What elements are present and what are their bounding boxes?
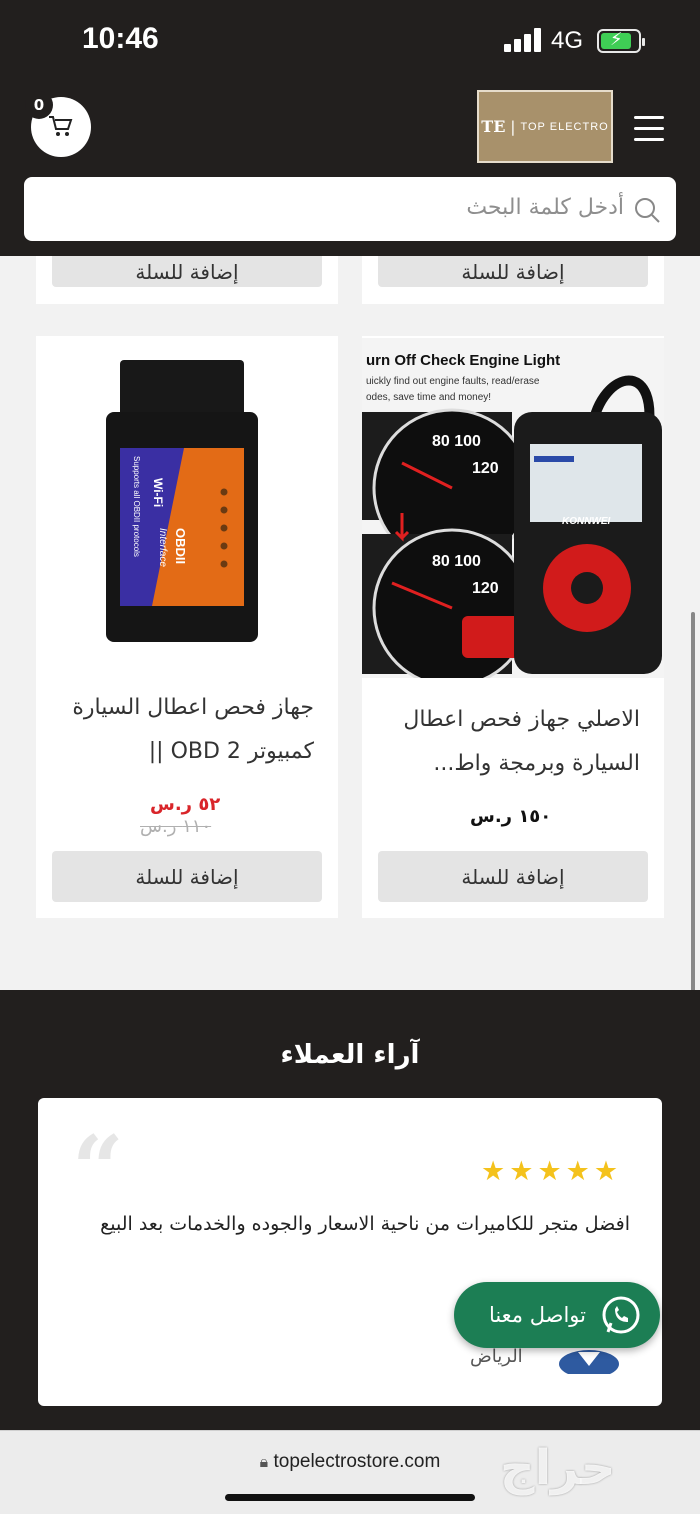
star-icon: ★	[509, 1156, 534, 1187]
signal-icon	[504, 28, 542, 52]
product-sale-price: ٥٢ ر.س	[150, 794, 221, 815]
product-title-line: كمبيوتر OBD 2 ||	[148, 739, 314, 764]
logo-mark: TE	[481, 117, 506, 136]
image-text: OBDII	[173, 528, 188, 564]
search-bar[interactable]: أدخل كلمة البحث	[24, 177, 676, 241]
scrollbar[interactable]	[691, 612, 695, 992]
product-title-line: جهاز فحص اعطال السيارة	[72, 695, 314, 720]
search-icon[interactable]	[632, 195, 662, 225]
product-title-line: الاصلي جهاز فحص اعطال	[403, 707, 640, 732]
review-text: افضل متجر للكاميرات من ناحية الاسعار وال…	[100, 1213, 630, 1235]
url-value: topelectrostore.com	[273, 1451, 441, 1472]
star-icon: ★	[481, 1156, 506, 1187]
reviewer-city: الرياض	[470, 1346, 523, 1367]
image-caption: urn Off Check Engine Light	[366, 352, 560, 369]
product-old-price: ١١٠ ر.س	[140, 816, 212, 837]
logo-separator: |	[510, 117, 516, 136]
star-icon: ★	[593, 1156, 619, 1187]
add-to-cart-button[interactable]: إضافة للسلة	[52, 851, 322, 902]
network-type: 4G	[551, 27, 584, 54]
product-title-line: السيارة وبرمجة واط...	[433, 751, 640, 776]
logo-name: TOP ELECTRO	[520, 120, 609, 133]
svg-text:80 100: 80 100	[432, 553, 481, 570]
product-title[interactable]: الاصلي جهاز فحص اعطال السيارة وبرمجة واط…	[380, 698, 640, 786]
whatsapp-icon	[602, 1296, 640, 1334]
store-logo[interactable]: TE | TOP ELECTRO	[477, 90, 613, 163]
hamburger-menu-icon[interactable]	[634, 116, 666, 142]
product-title[interactable]: جهاز فحص اعطال السيارة كمبيوتر OBD 2 ||	[54, 686, 314, 774]
cart-icon	[49, 116, 73, 136]
add-to-cart-button[interactable]: إضافة للسلة	[378, 256, 648, 287]
image-subcaption: uickly find out engine faults, read/eras…	[366, 376, 540, 387]
search-input[interactable]: أدخل كلمة البحث	[466, 195, 624, 220]
svg-text:120: 120	[472, 460, 499, 477]
add-to-cart-button[interactable]: إضافة للسلة	[378, 851, 648, 902]
star-icon: ★	[537, 1156, 562, 1187]
image-text: Supports all OBDII protocols	[132, 456, 141, 557]
add-to-cart-button[interactable]: إضافة للسلة	[52, 256, 322, 287]
cart-count-badge: 0	[25, 91, 53, 119]
lock-icon: 🔒︎	[259, 1454, 269, 1471]
product-image-obd-adapter[interactable]: Wi-Fi Supports all OBDII protocols OBDII…	[36, 338, 338, 658]
whatsapp-contact-button[interactable]: تواصل معنا	[454, 1282, 660, 1348]
quote-icon: “	[72, 1116, 124, 1222]
image-brand: KONNWEI	[562, 516, 611, 527]
product-price: ١٥٠ ر.س	[470, 806, 552, 827]
image-subcaption: odes, save time and money!	[366, 392, 491, 403]
star-icon: ★	[565, 1156, 590, 1187]
rating-stars: ★ ★ ★ ★ ★	[481, 1158, 631, 1188]
battery-icon: ⚡	[597, 29, 645, 53]
svg-text:80 100: 80 100	[432, 433, 481, 450]
product-image-scanner[interactable]: urn Off Check Engine Light uickly find o…	[362, 338, 664, 678]
reviews-title: آراء العملاء	[280, 1040, 420, 1070]
image-text: Interface	[157, 528, 168, 567]
svg-text:120: 120	[472, 580, 499, 597]
home-indicator[interactable]	[225, 1494, 475, 1501]
watermark: حراج	[500, 1440, 616, 1496]
image-text: Wi-Fi	[151, 478, 165, 507]
whatsapp-label: تواصل معنا	[488, 1303, 586, 1327]
status-time: 10:46	[82, 22, 159, 55]
